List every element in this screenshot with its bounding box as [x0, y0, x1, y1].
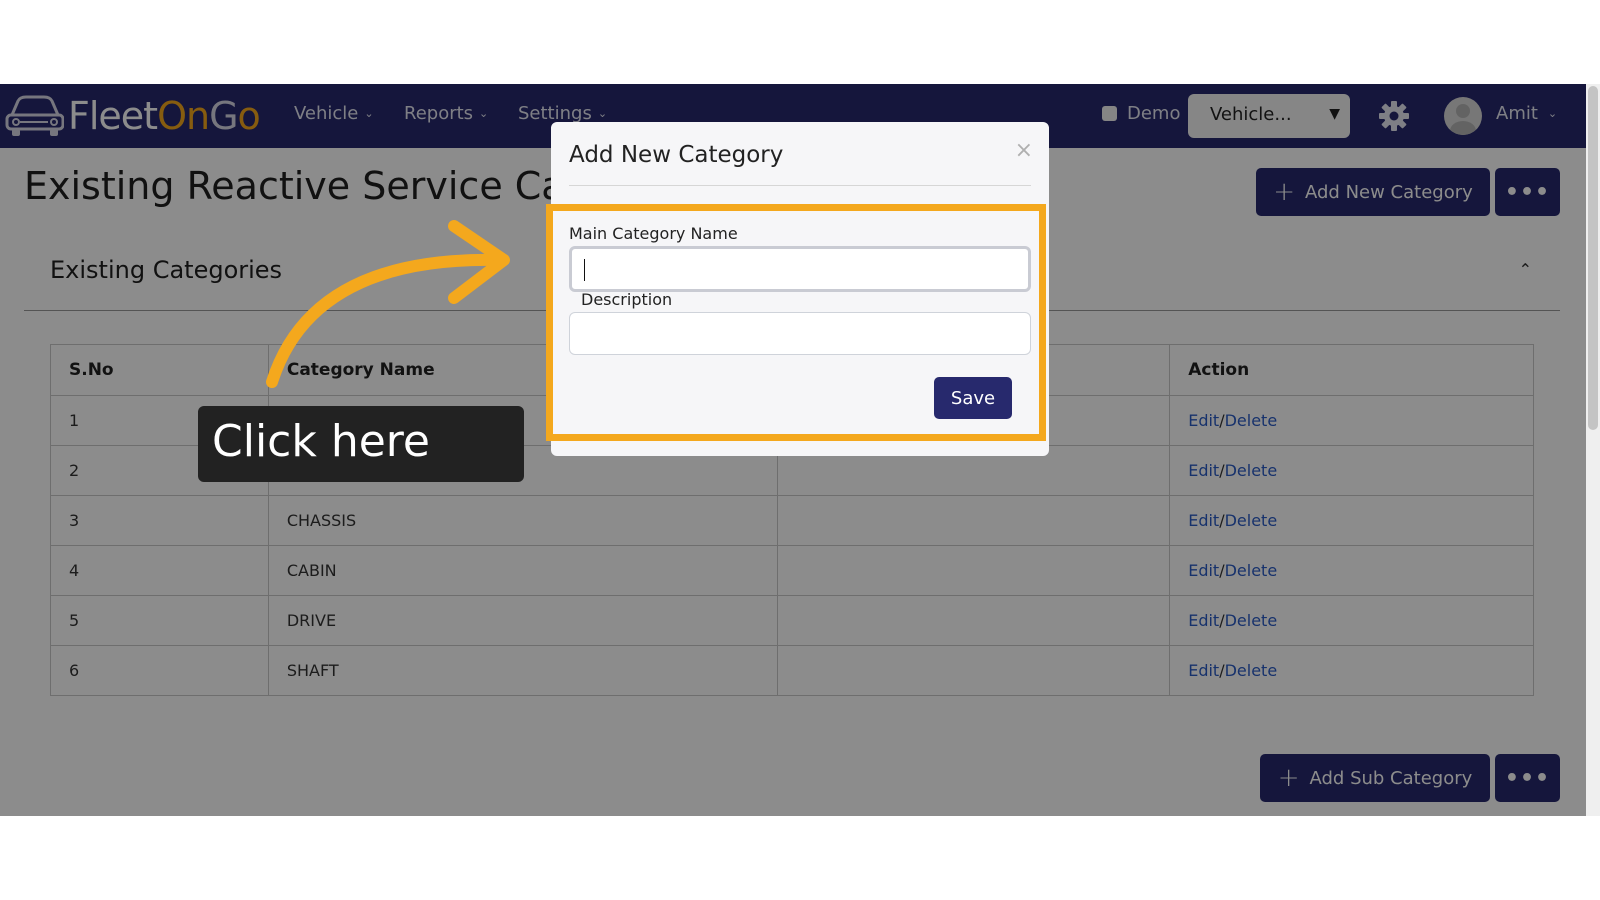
page-scrollbar[interactable] — [1586, 84, 1600, 816]
highlight-frame — [546, 204, 1046, 441]
modal-title: Add New Category — [569, 142, 784, 168]
app-screen: FleetOnGo Vehicle ⌄ Reports ⌄ Settings ⌄… — [0, 84, 1600, 816]
tutorial-arrow-icon — [266, 220, 510, 388]
modal-divider — [569, 185, 1031, 186]
click-here-tooltip: Click here — [198, 406, 524, 482]
scrollbar-thumb[interactable] — [1588, 86, 1598, 430]
add-category-modal: Add New Category × Main Category Name De… — [546, 122, 1049, 456]
close-icon[interactable]: × — [1015, 138, 1033, 163]
